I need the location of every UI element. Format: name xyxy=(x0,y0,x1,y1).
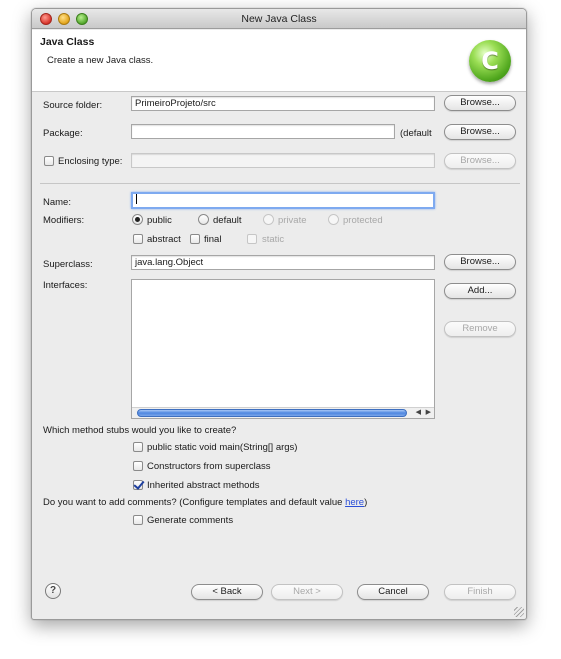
class-name-field[interactable] xyxy=(131,192,435,209)
wizard-subtitle: Create a new Java class. xyxy=(47,55,154,66)
resize-grip[interactable] xyxy=(514,607,524,617)
next-button[interactable]: Next > xyxy=(271,584,343,600)
help-icon[interactable]: ? xyxy=(45,583,61,599)
final-checkbox[interactable] xyxy=(190,234,200,244)
superclass-label: Superclass: xyxy=(43,259,93,270)
enclosing-type-checkbox[interactable] xyxy=(44,156,54,166)
wizard-banner: Java Class Create a new Java class. C xyxy=(32,30,526,92)
add-interface-button[interactable]: Add... xyxy=(444,283,516,299)
back-button[interactable]: < Back xyxy=(191,584,263,600)
package-field[interactable] xyxy=(131,124,395,139)
package-label: Package: xyxy=(43,128,83,139)
inherited-methods-checkbox[interactable] xyxy=(133,480,143,490)
scrollbar-thumb[interactable] xyxy=(137,409,407,417)
constructors-checkbox[interactable] xyxy=(133,461,143,471)
inherited-methods-label: Inherited abstract methods xyxy=(147,480,260,491)
window-title: New Java Class xyxy=(241,13,317,25)
comments-question: Do you want to add comments? (Configure … xyxy=(43,497,367,508)
superclass-field[interactable]: java.lang.Object xyxy=(131,255,435,270)
generate-comments-checkbox[interactable] xyxy=(133,515,143,525)
java-class-wizard-icon: C xyxy=(469,40,511,82)
source-folder-browse-button[interactable]: Browse... xyxy=(444,95,516,111)
enclosing-type-browse-button[interactable]: Browse... xyxy=(444,153,516,169)
default-radio[interactable] xyxy=(198,214,209,225)
method-stubs-question: Which method stubs would you like to cre… xyxy=(43,425,237,436)
comments-question-close: ) xyxy=(364,497,368,508)
protected-radio[interactable] xyxy=(328,214,339,225)
constructors-label: Constructors from superclass xyxy=(147,461,271,472)
main-method-label: public static void main(String[] args) xyxy=(147,442,298,453)
modifiers-label: Modifiers: xyxy=(43,215,85,226)
cancel-button[interactable]: Cancel xyxy=(357,584,429,600)
superclass-browse-button[interactable]: Browse... xyxy=(444,254,516,270)
public-radio[interactable] xyxy=(132,214,143,225)
abstract-checkbox[interactable] xyxy=(133,234,143,244)
enclosing-type-label: Enclosing type: xyxy=(58,156,123,167)
text-caret xyxy=(136,194,137,205)
scroll-right-arrow-icon[interactable]: ▶ xyxy=(426,408,431,418)
name-label: Name: xyxy=(43,197,71,208)
close-window-button[interactable] xyxy=(40,13,52,25)
interfaces-label: Interfaces: xyxy=(43,280,88,291)
scroll-left-arrow-icon[interactable]: ◀ xyxy=(416,408,421,418)
source-folder-field[interactable]: PrimeiroProjeto/src xyxy=(131,96,435,111)
minimize-window-button[interactable] xyxy=(58,13,70,25)
final-label: final xyxy=(204,234,222,245)
comments-question-text: Do you want to add comments? (Configure … xyxy=(43,497,346,508)
generate-comments-label: Generate comments xyxy=(147,515,234,526)
default-label: default xyxy=(213,215,242,226)
static-checkbox[interactable] xyxy=(247,234,257,244)
protected-label: protected xyxy=(343,215,383,226)
private-label: private xyxy=(278,215,307,226)
wizard-title: Java Class xyxy=(40,36,95,48)
title-bar: New Java Class xyxy=(32,9,526,29)
zoom-window-button[interactable] xyxy=(76,13,88,25)
enclosing-type-field[interactable] xyxy=(131,153,435,168)
source-folder-label: Source folder: xyxy=(43,100,103,111)
new-java-class-dialog: New Java Class Java Class Create a new J… xyxy=(31,8,527,620)
separator xyxy=(40,183,520,184)
abstract-label: abstract xyxy=(147,234,181,245)
configure-templates-link[interactable]: here xyxy=(345,497,364,508)
package-browse-button[interactable]: Browse... xyxy=(444,124,516,140)
interfaces-horizontal-scrollbar[interactable]: ◀ ▶ xyxy=(132,407,434,418)
public-label: public xyxy=(147,215,172,226)
package-default-label: (default xyxy=(400,128,432,139)
interfaces-list[interactable]: ◀ ▶ xyxy=(131,279,435,419)
finish-button[interactable]: Finish xyxy=(444,584,516,600)
main-method-checkbox[interactable] xyxy=(133,442,143,452)
remove-interface-button[interactable]: Remove xyxy=(444,321,516,337)
private-radio[interactable] xyxy=(263,214,274,225)
static-label: static xyxy=(262,234,285,245)
